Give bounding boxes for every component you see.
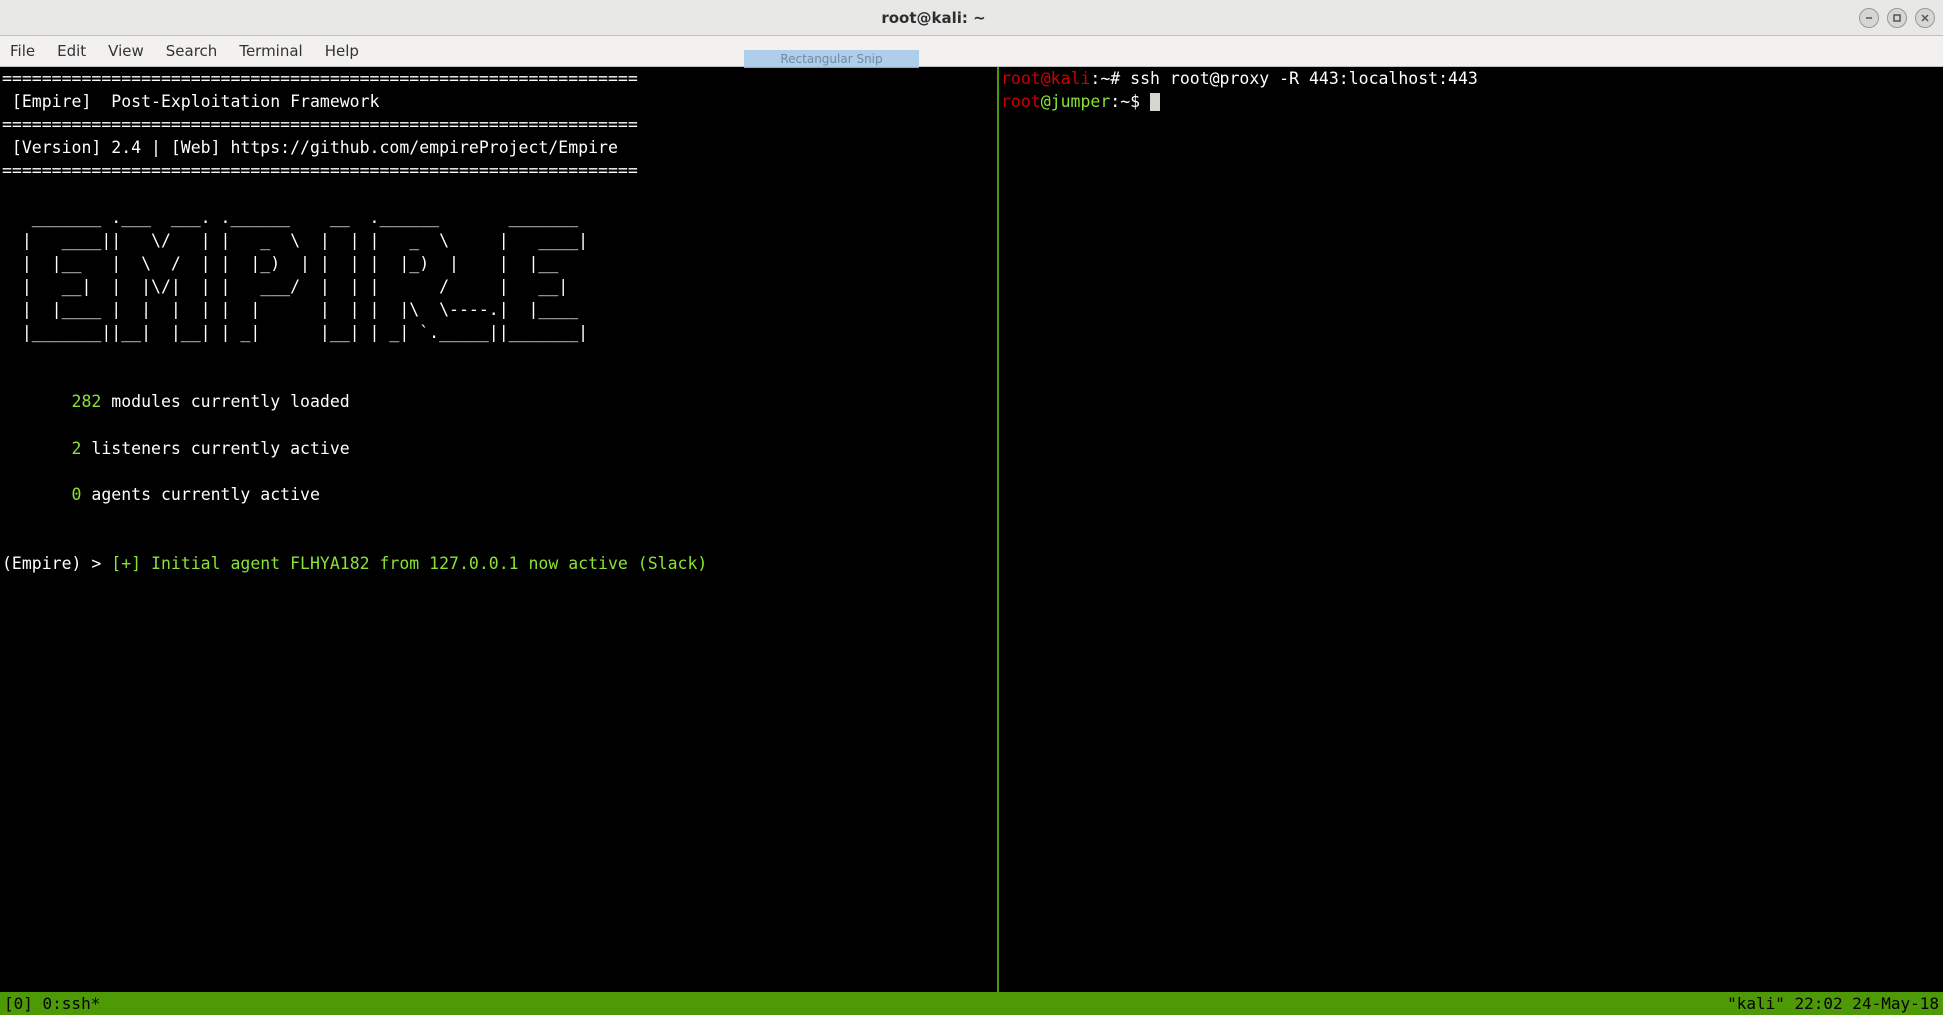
menu-help[interactable]: Help xyxy=(325,42,359,60)
listeners-text: listeners currently active xyxy=(81,439,349,458)
border: ========================================… xyxy=(2,69,638,88)
listeners-count: 2 xyxy=(2,439,81,458)
close-button[interactable] xyxy=(1915,8,1935,28)
ascii-art: | |__ | \ / | | |_) | | | | |_) | | |__ xyxy=(2,254,558,273)
ascii-art: | __| | |\/| | | ___/ | | | / | __| xyxy=(2,277,568,296)
ascii-art: |_______||__| |__| | _| |__| | _| `.____… xyxy=(2,323,588,342)
window-title: root@kali: ~ xyxy=(8,9,1859,27)
statusbar-right: "kali" 22:02 24-May-18 xyxy=(1727,994,1939,1013)
menu-view[interactable]: View xyxy=(108,42,144,60)
menu-search[interactable]: Search xyxy=(166,42,218,60)
prompt-host: @jumper xyxy=(1041,92,1111,111)
menu-file[interactable]: File xyxy=(10,42,35,60)
window-controls xyxy=(1859,8,1935,28)
agents-text: agents currently active xyxy=(81,485,319,504)
ascii-art: | ____|| \/ | | _ \ | | | _ \ | ____| xyxy=(2,231,588,250)
menubar: File Edit View Search Terminal Help xyxy=(0,36,1943,67)
prompt-user: root xyxy=(1001,92,1041,111)
ssh-command: ssh root@proxy -R 443:localhost:443 xyxy=(1130,69,1478,88)
empire-prompt: (Empire) > xyxy=(2,554,111,573)
cursor-icon xyxy=(1150,93,1160,111)
agents-count: 0 xyxy=(2,485,81,504)
maximize-button[interactable] xyxy=(1887,8,1907,28)
terminal-pane-right[interactable]: root@kali:~# ssh root@proxy -R 443:local… xyxy=(999,67,1943,992)
header-version: [Version] 2.4 | [Web] https://github.com… xyxy=(2,138,618,157)
menu-terminal[interactable]: Terminal xyxy=(239,42,302,60)
ascii-art: _______ .___ ___. .______ __ .______ ___… xyxy=(2,208,578,227)
modules-count: 282 xyxy=(2,392,101,411)
statusbar-left: [0] 0:ssh* xyxy=(4,994,100,1013)
modules-text: modules currently loaded xyxy=(101,392,349,411)
agent-active-message: [+] Initial agent FLHYA182 from 127.0.0.… xyxy=(111,554,707,573)
terminal-container: ========================================… xyxy=(0,67,1943,992)
minimize-button[interactable] xyxy=(1859,8,1879,28)
border: ========================================… xyxy=(2,161,638,180)
prompt-user: root@kali xyxy=(1001,69,1090,88)
prompt-path: :~# xyxy=(1090,69,1130,88)
header-empire: [Empire] Post-Exploitation Framework xyxy=(2,92,380,111)
prompt-rest: :~$ xyxy=(1110,92,1150,111)
menu-edit[interactable]: Edit xyxy=(57,42,86,60)
tmux-statusbar: [0] 0:ssh* "kali" 22:02 24-May-18 xyxy=(0,992,1943,1015)
rectangular-snip-hint: Rectangular Snip xyxy=(744,50,919,68)
border: ========================================… xyxy=(2,115,638,134)
ascii-art: | |____ | | | | | | | | | |\ \----.| |__… xyxy=(2,300,578,319)
window-titlebar: root@kali: ~ xyxy=(0,0,1943,36)
terminal-pane-left[interactable]: ========================================… xyxy=(0,67,999,992)
